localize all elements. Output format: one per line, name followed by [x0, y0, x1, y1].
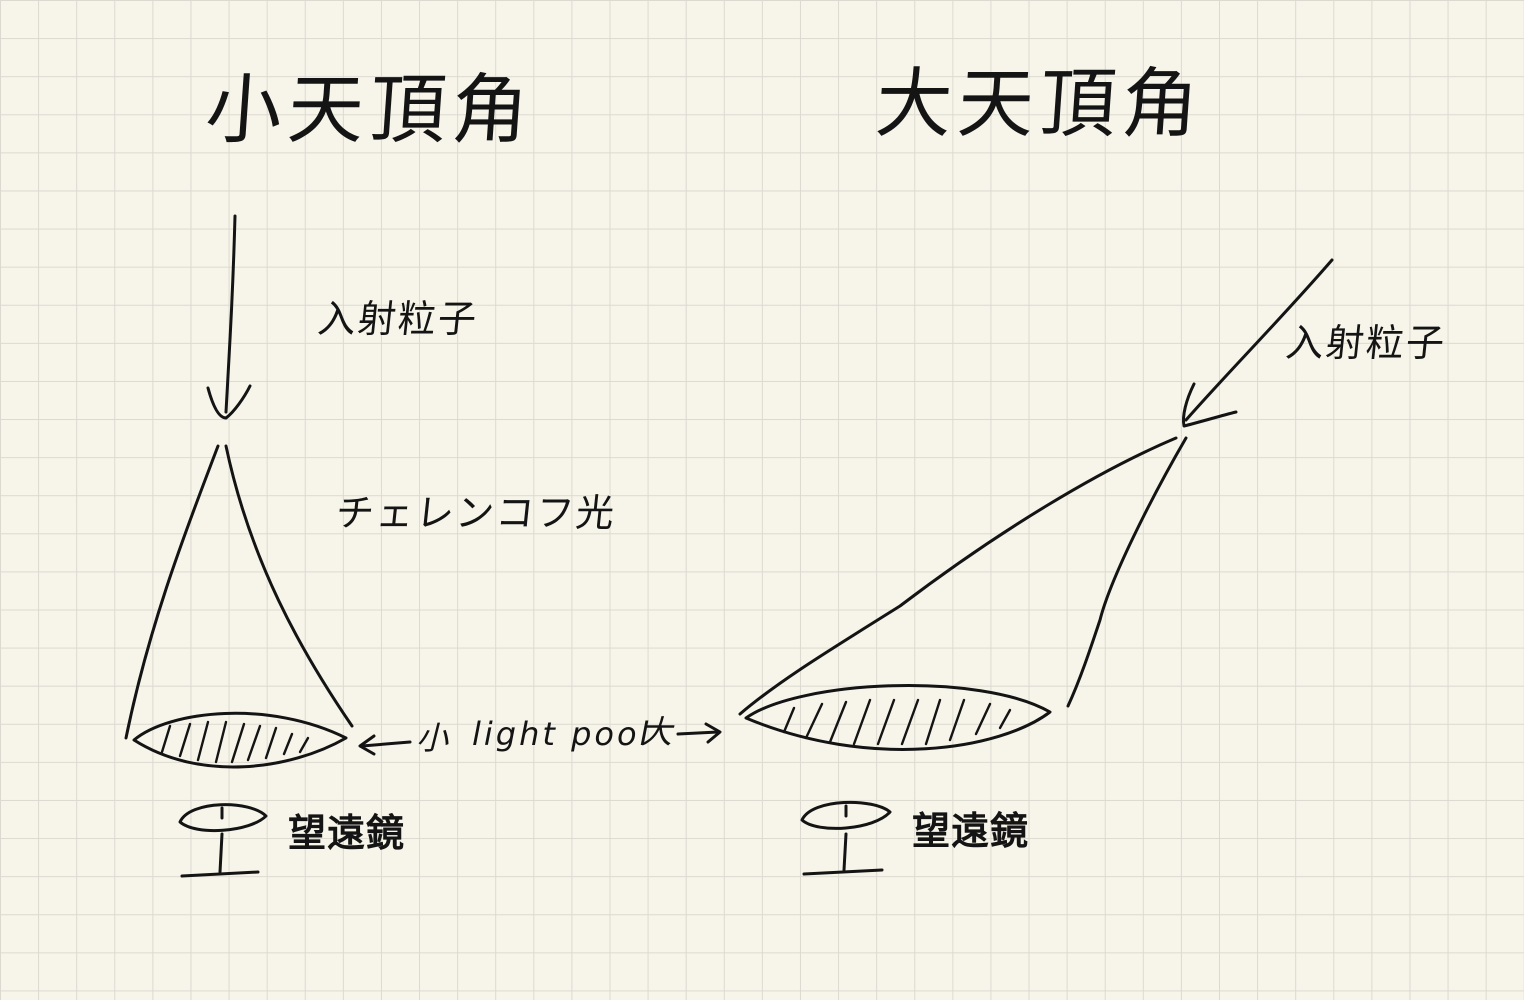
right-incident-particle-label: 入射粒子: [1283, 321, 1449, 365]
cherenkov-light-label: チェレンコフ光: [333, 491, 619, 535]
left-incident-particle-label: 入射粒子: [315, 297, 481, 341]
light-pool-small-label: 小: [416, 719, 452, 757]
right-light-pool-ellipse: [744, 684, 1052, 751]
left-cherenkov-cone: [124, 444, 354, 740]
grid-paper-canvas: 小天頂角 大天頂角 入射粒子 チェレンコフ光 入射粒子 小 light pool…: [0, 0, 1524, 1000]
left-light-pool-ellipse: [132, 711, 348, 769]
light-pool-small-arrow: [358, 734, 412, 756]
left-incident-arrow: [206, 214, 252, 420]
left-telescope-label: 望遠鏡: [288, 810, 406, 855]
left-telescope-icon: [178, 803, 268, 878]
right-cherenkov-cone: [738, 436, 1188, 716]
right-telescope-icon: [800, 800, 892, 876]
left-title: 小天頂角: [202, 65, 538, 154]
right-telescope-label: 望遠鏡: [912, 808, 1030, 853]
right-title: 大天頂角: [872, 59, 1208, 148]
light-pool-text: light pool: [472, 715, 652, 753]
light-pool-large-label: 大: [640, 713, 676, 751]
light-pool-large-arrow: [676, 722, 722, 744]
